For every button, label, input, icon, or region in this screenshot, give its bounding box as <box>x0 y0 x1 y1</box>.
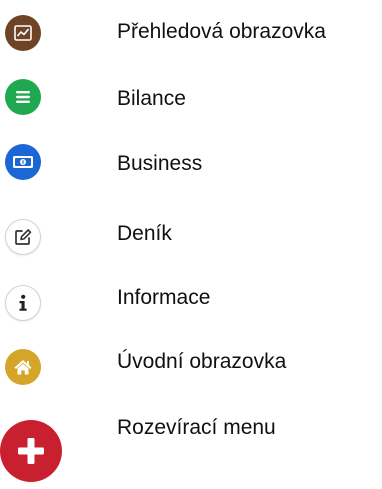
menu-item-label: Přehledová obrazovka <box>117 20 326 43</box>
menu-item-label: Rozevírací menu <box>117 416 276 439</box>
info-icon <box>5 285 41 321</box>
menu-item-label: Business <box>117 152 203 175</box>
plus-icon <box>0 420 62 482</box>
menu-item-label: Informace <box>117 286 211 309</box>
legend-menu: Přehledová obrazovka Bilance Business De… <box>0 0 382 489</box>
menu-item-home[interactable]: Úvodní obrazovka <box>0 332 382 392</box>
menu-item-label: Úvodní obrazovka <box>117 350 287 373</box>
edit-icon <box>5 219 41 255</box>
menu-item-balance[interactable]: Bilance <box>0 70 382 130</box>
banknote-icon <box>5 144 41 180</box>
menu-item-dropdown[interactable]: Rozevírací menu <box>0 398 382 482</box>
menu-item-journal[interactable]: Deník <box>0 204 382 264</box>
menu-item-label: Bilance <box>117 87 186 110</box>
menu-item-overview[interactable]: Přehledová obrazovka <box>0 0 382 60</box>
home-icon <box>5 349 41 385</box>
menu-item-business[interactable]: Business <box>0 134 382 194</box>
menu-item-label: Deník <box>117 222 172 245</box>
chart-icon <box>5 15 41 51</box>
list-icon <box>5 79 41 115</box>
menu-item-info[interactable]: Informace <box>0 268 382 328</box>
